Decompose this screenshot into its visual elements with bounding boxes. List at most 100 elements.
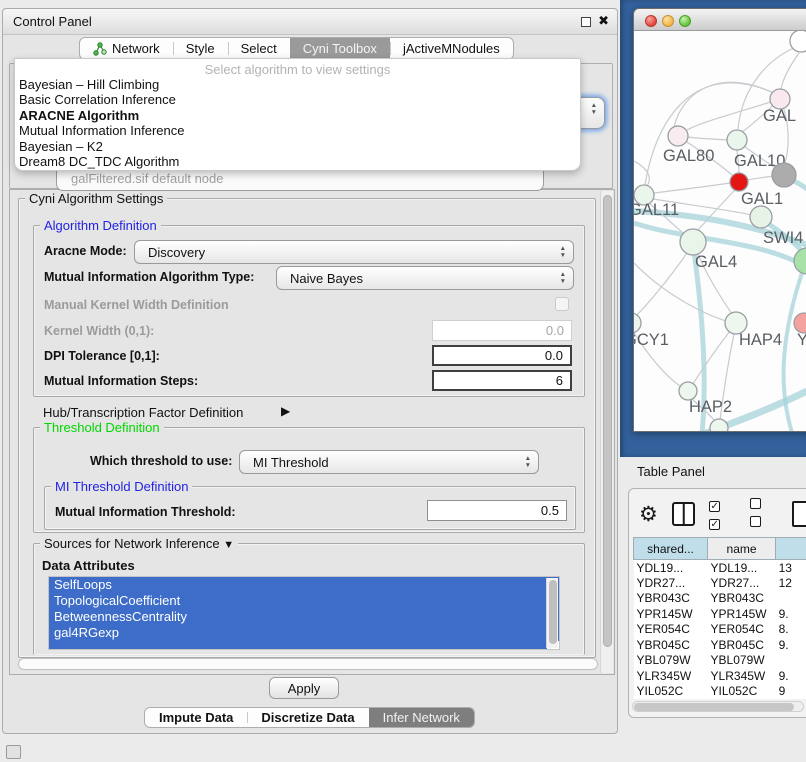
network-node-y[interactable] [794,313,806,333]
mi-type-combo[interactable]: Naive Bayes ▲▼ [276,266,574,290]
mi-threshold-label: Mutual Information Threshold: [55,505,236,519]
minimize-traffic-light-icon[interactable] [662,15,674,27]
network-edge[interactable] [784,273,802,432]
expand-right-icon[interactable]: ▶ [281,404,290,418]
network-node[interactable] [772,163,796,187]
network-node[interactable] [794,248,806,274]
tab-label: jActiveMNodules [403,41,500,56]
dropdown-item[interactable]: ARACNE Algorithm [15,108,580,123]
table-row[interactable]: YBR045CYBR045C9. [634,637,806,653]
column-header[interactable]: shared... [634,538,708,560]
dpi-tolerance-field[interactable]: 0.0 [432,345,572,366]
which-threshold-combo[interactable]: MI Threshold ▲▼ [239,450,539,474]
network-node[interactable] [790,31,806,52]
tab-label: Cyni Toolbox [303,41,377,56]
network-edge[interactable] [688,137,727,140]
dropdown-item[interactable]: Dream8 DC_TDC Algorithm [15,154,580,169]
deselect-all-checks-icon[interactable] [750,496,777,532]
stepper-icon: ▲▼ [591,102,597,116]
manual-kernel-checkbox[interactable] [555,297,569,311]
dropdown-item[interactable]: Bayesian – Hill Climbing [15,77,580,92]
column-header[interactable] [776,538,806,560]
network-node[interactable] [710,419,728,432]
node-label: HAP4 [739,331,782,349]
table-cell: YDL19... [708,560,776,576]
network-node-swi4[interactable] [750,206,772,228]
settings-horizontal-scrollbar[interactable] [18,658,598,671]
tab-label: Select [241,41,277,56]
tab-jactivemnodules[interactable]: jActiveMNodules [390,38,513,59]
network-node-gal[interactable] [770,89,790,109]
tab-cyni-toolbox[interactable]: Cyni Toolbox [290,38,390,59]
column-header[interactable]: name [708,538,776,560]
new-table-icon[interactable] [792,501,806,527]
settings-vertical-scrollbar[interactable] [600,191,613,673]
table-cell: YPR145W [708,606,776,622]
collapsed-panel-icon[interactable] [6,745,21,759]
network-node-gal80[interactable] [668,126,688,146]
tab-infer-network[interactable]: Infer Network [369,708,474,727]
tab-select[interactable]: Select [228,38,290,59]
network-edge[interactable] [747,176,773,180]
threshold-definition-title: Threshold Definition [40,420,164,435]
close-icon[interactable]: ✖ [598,13,609,29]
network-node-gal1[interactable] [730,173,748,191]
node-table[interactable]: shared...name YDL19...YDL19...13YDR27...… [633,537,806,699]
network-edge[interactable] [635,253,687,317]
control-panel-title: Control Panel [13,14,92,29]
control-panel-titlebar: Control Panel [3,9,617,35]
gear-icon[interactable]: ⚙ [639,504,658,525]
table-row[interactable]: YPR145WYPR145W9. [634,606,806,622]
table-row[interactable]: YDR27...YDR27...12 [634,575,806,591]
network-edge[interactable] [654,183,730,193]
select-all-checks-icon[interactable]: ✓✓ [709,496,736,532]
close-traffic-light-icon[interactable] [645,15,657,27]
network-node-gal10[interactable] [727,130,747,150]
attribute-item[interactable]: gal4RGexp [49,625,559,641]
dropdown-item[interactable]: Bayesian – K2 [15,139,580,154]
tab-discretize-data[interactable]: Discretize Data [247,708,368,727]
attribute-item[interactable]: TopologicalCoefficient [49,593,559,609]
attribute-item[interactable]: BetweennessCentrality [49,609,559,625]
tab-impute-data[interactable]: Impute Data [145,708,247,727]
network-edge[interactable] [781,53,799,89]
dpi-tolerance-label: DPI Tolerance [0,1]: [44,349,160,363]
aracne-mode-combo[interactable]: Discovery ▲▼ [134,240,574,264]
table-panel: ⚙ ✓✓ shared...name YDL19...YDL19...13YDR… [628,488,806,718]
tab-label: Network [112,41,160,56]
table-row[interactable]: YIL052CYIL052C9 [634,684,806,699]
network-window-titlebar[interactable] [634,9,806,31]
attribute-item[interactable]: SelfLoops [49,577,559,593]
network-canvas[interactable]: GALGAL80GAL10GAL1GAL11SWI4GAL4GCY1HAP4YH… [634,31,806,432]
mi-steps-field[interactable]: 6 [432,370,572,391]
network-node-gcy1[interactable] [634,313,641,333]
table-row[interactable]: YLR345WYLR345W9. [634,668,806,684]
zoom-traffic-light-icon[interactable] [679,15,691,27]
network-edge[interactable] [634,263,726,321]
split-columns-icon[interactable] [672,502,695,526]
hub-definition-label: Hub/Transcription Factor Definition [43,405,243,420]
table-row[interactable]: YER054CYER054C8. [634,622,806,638]
tab-style[interactable]: Style [173,38,228,59]
kernel-width-field[interactable]: 0.0 [432,320,572,341]
algorithm-dropdown: Select algorithm to view settings Bayesi… [14,58,581,171]
table-cell: YIL052C [708,684,776,699]
dropdown-item[interactable]: Mutual Information Inference [15,123,580,138]
table-cell: YBR043C [634,591,708,607]
table-cell: YDL19... [634,560,708,576]
collapse-down-icon[interactable]: ▼ [223,539,234,551]
table-horizontal-scrollbar[interactable] [632,701,804,712]
apply-button[interactable]: Apply [269,677,339,699]
dropdown-item[interactable]: Basic Correlation Inference [15,92,580,107]
data-attributes-list[interactable]: SelfLoopsTopologicalCoefficientBetweenne… [48,576,560,650]
aracne-mode-label: Aracne Mode: [44,244,127,258]
mi-threshold-field[interactable]: 0.5 [427,500,567,521]
network-edge[interactable] [693,331,730,384]
list-scrollbar[interactable] [546,578,558,648]
table-row[interactable]: YDL19...YDL19...13 [634,560,806,576]
table-row[interactable]: YBR043CYBR043C [634,591,806,607]
table-row[interactable]: YBL079WYBL079W [634,653,806,669]
float-panel-icon[interactable] [581,17,591,27]
network-node-gal4[interactable] [680,229,706,255]
tab-network[interactable]: Network [80,38,173,59]
